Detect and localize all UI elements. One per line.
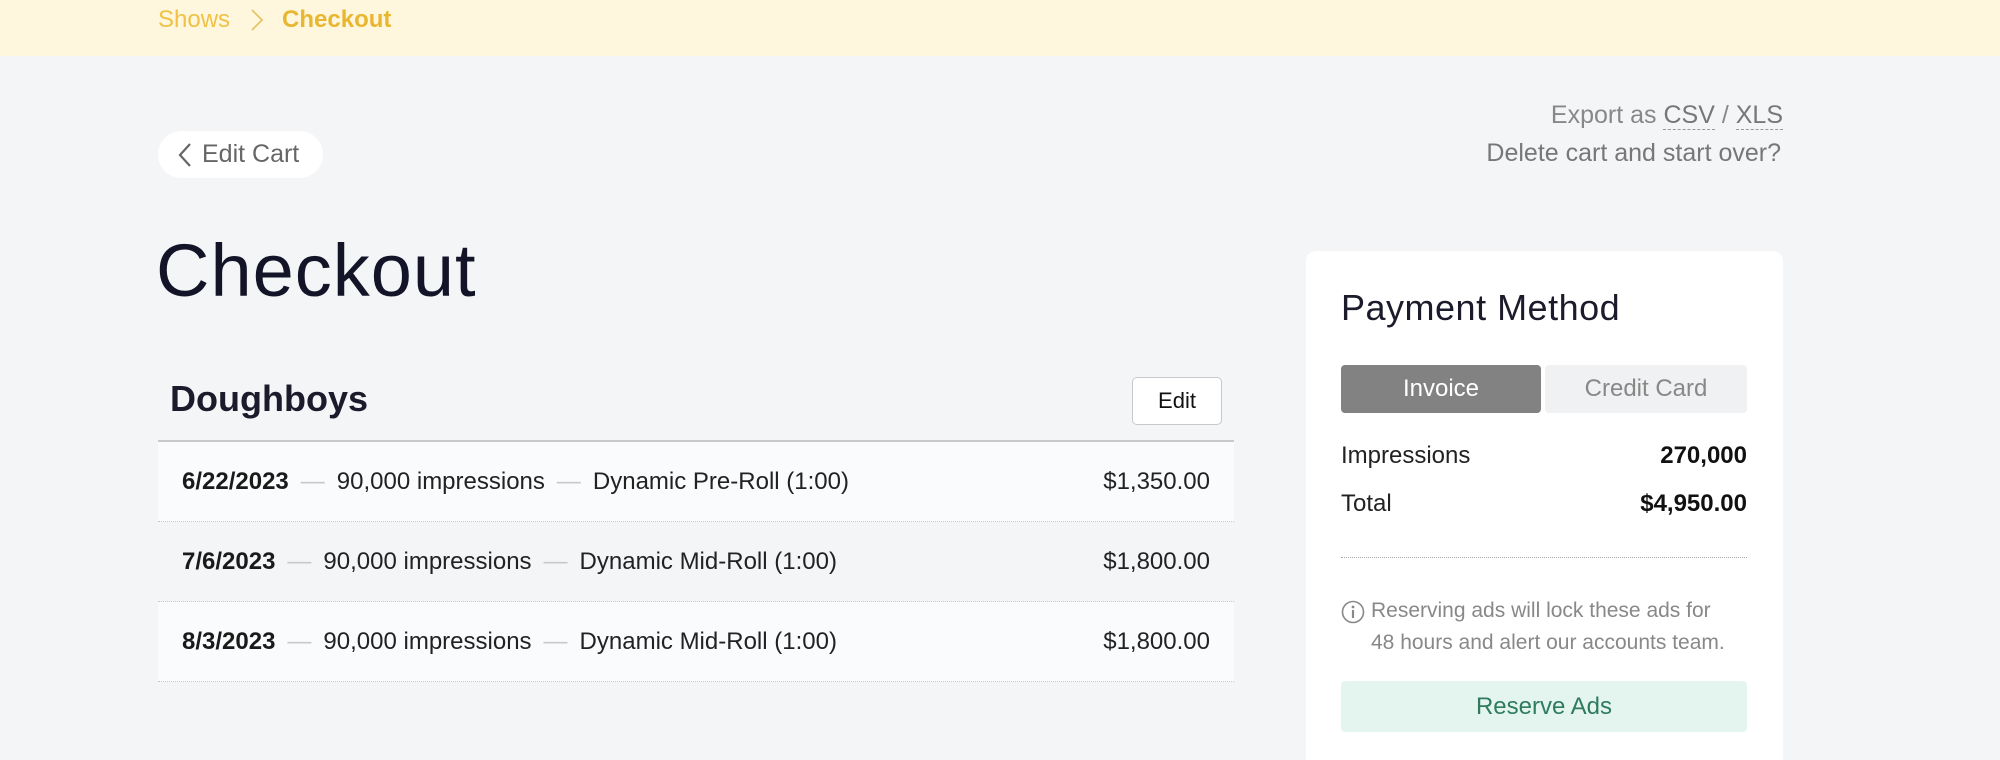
show-name: Doughboys: [170, 378, 368, 419]
edit-cart-button[interactable]: Edit Cart: [158, 131, 324, 178]
line-items-list: 6/22/2023 — 90,000 impressions — Dynamic…: [158, 442, 1234, 682]
top-bar: Shows Checkout: [0, 0, 2000, 56]
info-icon: [1341, 600, 1365, 634]
export-links: Export as CSV / XLS: [1551, 101, 1783, 130]
summary-divider: [1341, 557, 1747, 558]
line-item-price: $1,800.00: [1103, 628, 1210, 655]
chevron-right-icon: [250, 8, 264, 32]
separator-dash: —: [287, 547, 312, 575]
invoice-option[interactable]: Invoice: [1341, 365, 1541, 413]
separator-dash: —: [556, 467, 581, 495]
line-item-row: 8/3/2023 — 90,000 impressions — Dynamic …: [158, 602, 1234, 682]
separator-dash: —: [287, 627, 312, 655]
total-label: Total: [1341, 490, 1392, 517]
credit-card-option[interactable]: Credit Card: [1545, 365, 1747, 413]
separator-dash: —: [543, 547, 568, 575]
line-item-price: $1,800.00: [1103, 548, 1210, 575]
breadcrumb-current: Checkout: [282, 6, 392, 33]
reserve-ads-button[interactable]: Reserve Ads: [1341, 681, 1747, 732]
edit-cart-label: Edit Cart: [202, 140, 300, 168]
edit-show-button[interactable]: Edit: [1132, 377, 1222, 425]
separator-dash: —: [543, 627, 568, 655]
notice-line-1: Reserving ads will lock these ads for: [1371, 599, 1711, 622]
line-item-price: $1,350.00: [1103, 468, 1210, 495]
line-item-row: 6/22/2023 — 90,000 impressions — Dynamic…: [158, 442, 1234, 522]
reserve-notice: Reserving ads will lock these ads for 48…: [1341, 595, 1747, 659]
line-item-impressions: 90,000 impressions: [323, 627, 532, 655]
page-title: Checkout: [156, 229, 477, 312]
export-xls-link[interactable]: XLS: [1735, 101, 1783, 130]
export-separator: /: [1721, 101, 1729, 129]
impressions-summary: Impressions 270,000: [1341, 442, 1747, 470]
show-header: Doughboys Edit: [158, 376, 1234, 442]
line-item-date: 8/3/2023: [182, 627, 276, 655]
impressions-label: Impressions: [1341, 442, 1471, 469]
line-item-placement: Dynamic Mid-Roll (1:00): [579, 547, 837, 575]
payment-method-toggle: Invoice Credit Card: [1341, 365, 1747, 413]
line-item-impressions: 90,000 impressions: [336, 467, 545, 495]
total-summary: Total $4,950.00: [1341, 490, 1747, 518]
line-item-row: 7/6/2023 — 90,000 impressions — Dynamic …: [158, 522, 1234, 602]
breadcrumb-shows-link[interactable]: Shows: [158, 6, 230, 34]
line-item-date: 7/6/2023: [182, 547, 276, 575]
delete-cart-link[interactable]: Delete cart and start over?: [1486, 139, 1781, 168]
total-value: $4,950.00: [1640, 490, 1747, 517]
payment-method-title: Payment Method: [1341, 287, 1621, 328]
chevron-left-icon: [178, 142, 192, 168]
export-csv-link[interactable]: CSV: [1663, 101, 1715, 130]
impressions-value: 270,000: [1660, 442, 1747, 469]
separator-dash: —: [300, 467, 325, 495]
breadcrumb: Shows Checkout: [158, 6, 391, 34]
line-item-placement: Dynamic Pre-Roll (1:00): [592, 467, 849, 495]
export-prefix: Export as: [1550, 101, 1657, 129]
notice-line-2: 48 hours and alert our accounts team.: [1371, 631, 1725, 654]
line-item-impressions: 90,000 impressions: [323, 547, 532, 575]
payment-card: Payment Method Invoice Credit Card Impre…: [1306, 251, 1783, 760]
line-item-date: 6/22/2023: [182, 467, 289, 495]
line-item-placement: Dynamic Mid-Roll (1:00): [579, 627, 837, 655]
